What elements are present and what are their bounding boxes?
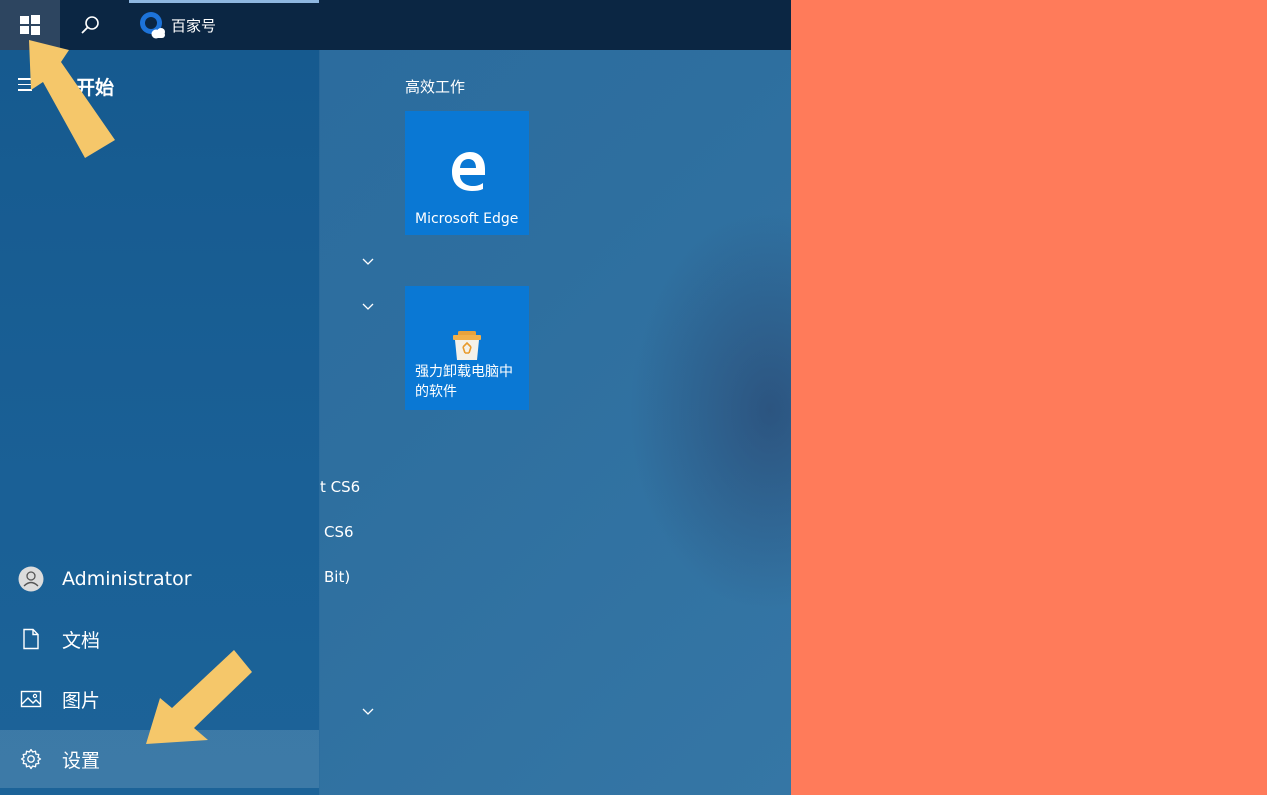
rail-item-label: Administrator xyxy=(62,568,192,590)
active-app-indicator xyxy=(129,0,319,3)
rail-item-label: 文档 xyxy=(62,629,101,652)
start-menu: 开始 Administrator 文档 图片 设置 t CS6 CS6 Bit)… xyxy=(0,50,791,795)
annotation-arrow-settings xyxy=(146,650,252,744)
taskbar-app-baijiahao[interactable]: 百家号 xyxy=(129,0,319,50)
app-list-item[interactable]: CS6 xyxy=(324,523,354,541)
app-list-item[interactable]: t CS6 xyxy=(320,478,360,496)
document-icon xyxy=(23,628,39,650)
taskbar-app-label: 百家号 xyxy=(171,16,217,35)
tile-label: 强力卸载电脑中的软件 xyxy=(415,364,513,400)
search-icon xyxy=(81,16,99,34)
tile-label: Microsoft Edge xyxy=(415,211,519,227)
chevron-down-icon[interactable] xyxy=(361,257,375,267)
browser-app-icon xyxy=(140,12,165,39)
app-list-item[interactable]: Bit) xyxy=(324,568,350,586)
tile-group-title: 高效工作 xyxy=(405,78,466,96)
annotation-arrow-start xyxy=(29,40,115,158)
edge-browser-icon xyxy=(452,152,485,191)
user-avatar-icon xyxy=(18,566,44,592)
desktop-screen: 百家号 开始 Administrator 文档 图片 设置 t CS6 CS6 … xyxy=(0,0,791,795)
chevron-down-icon[interactable] xyxy=(361,707,375,717)
rail-item-label: 设置 xyxy=(62,749,101,772)
tile-uninstaller[interactable]: 强力卸载电脑中的软件 xyxy=(405,286,529,410)
picture-icon xyxy=(20,690,42,708)
tile-microsoft-edge[interactable]: Microsoft Edge xyxy=(405,111,529,235)
gear-icon xyxy=(20,748,42,770)
recycle-bin-icon xyxy=(453,331,481,360)
rail-item-user[interactable]: Administrator xyxy=(0,550,320,608)
chevron-down-icon[interactable] xyxy=(361,302,375,312)
rail-item-label: 图片 xyxy=(62,689,101,712)
windows-logo-icon xyxy=(20,15,40,35)
